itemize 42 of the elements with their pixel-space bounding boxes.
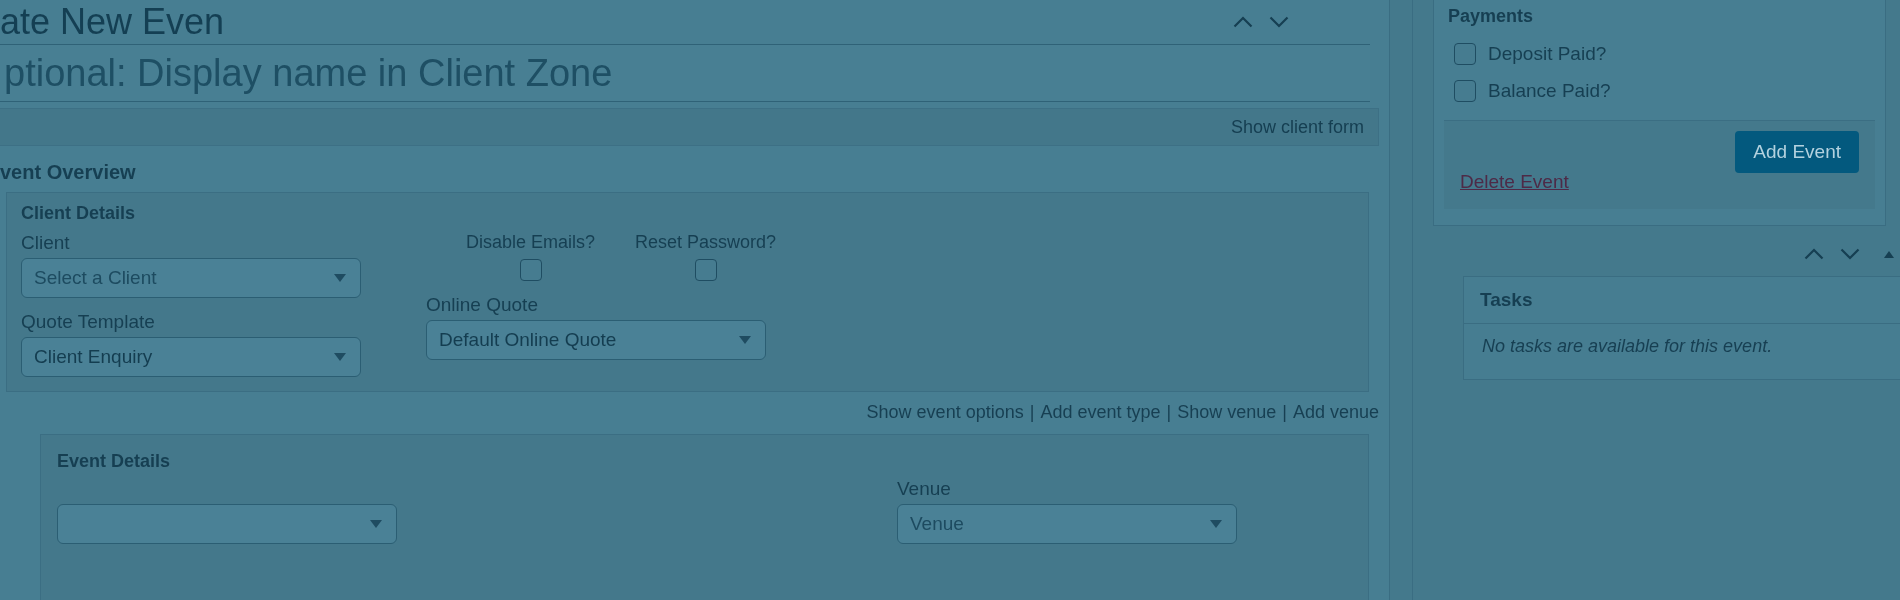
caret-down-icon bbox=[1210, 520, 1222, 528]
checkbox[interactable] bbox=[519, 259, 542, 281]
field-label: Online Quote bbox=[426, 293, 538, 316]
checkbox-label: Reset Password? bbox=[635, 231, 777, 253]
delete-event-link[interactable]: Delete Event bbox=[1460, 171, 1569, 193]
caret-down-icon bbox=[739, 336, 751, 344]
panel-title: Event Details bbox=[57, 450, 171, 473]
panel-title: Tasks bbox=[1464, 277, 1900, 324]
panel-title: Payments bbox=[1447, 5, 1534, 28]
option-link[interactable]: Show event options bbox=[866, 400, 1024, 424]
checkbox[interactable] bbox=[1454, 42, 1476, 65]
link-separator: | bbox=[1029, 401, 1035, 424]
dropdown-field[interactable] bbox=[57, 504, 397, 544]
field-label: Client bbox=[21, 231, 70, 254]
checkbox-label: Disable Emails? bbox=[466, 231, 596, 253]
caret-down-icon bbox=[334, 353, 346, 361]
empty-message: No tasks are available for this event. bbox=[1481, 335, 1774, 358]
checkbox-label: Deposit Paid? bbox=[1488, 42, 1607, 65]
dropdown-field[interactable]: Client Enquiry bbox=[21, 337, 361, 377]
link-separator: | bbox=[1166, 401, 1172, 424]
chevron-down-icon[interactable] bbox=[1840, 248, 1860, 260]
field-label: Venue bbox=[897, 477, 951, 500]
panel-title: Client Details bbox=[21, 202, 136, 225]
checkbox-label: Balance Paid? bbox=[1488, 79, 1611, 102]
caret-down-icon bbox=[334, 274, 346, 282]
link-separator: | bbox=[1282, 401, 1287, 424]
option-link[interactable]: Add venue bbox=[1292, 400, 1379, 424]
option-link[interactable]: Add event type bbox=[1040, 400, 1161, 424]
caret-down-icon bbox=[370, 520, 382, 528]
field-label: Quote Template bbox=[21, 310, 155, 333]
chevron-up-icon[interactable] bbox=[1233, 16, 1253, 28]
add-event-button[interactable]: Add Event bbox=[1735, 131, 1859, 173]
page-title: ate New Even bbox=[0, 2, 225, 42]
checkbox[interactable] bbox=[1454, 79, 1476, 102]
option-link[interactable]: Show venue bbox=[1177, 400, 1277, 424]
chevron-down-icon[interactable] bbox=[1269, 16, 1289, 28]
show-client-form-link[interactable]: Show client form bbox=[1230, 116, 1364, 138]
caret-up-icon[interactable] bbox=[1884, 250, 1894, 258]
section-title: vent Overview bbox=[0, 160, 136, 185]
checkbox[interactable] bbox=[694, 259, 717, 281]
dropdown-field[interactable]: Default Online Quote bbox=[426, 320, 766, 360]
chevron-up-icon[interactable] bbox=[1804, 248, 1824, 260]
